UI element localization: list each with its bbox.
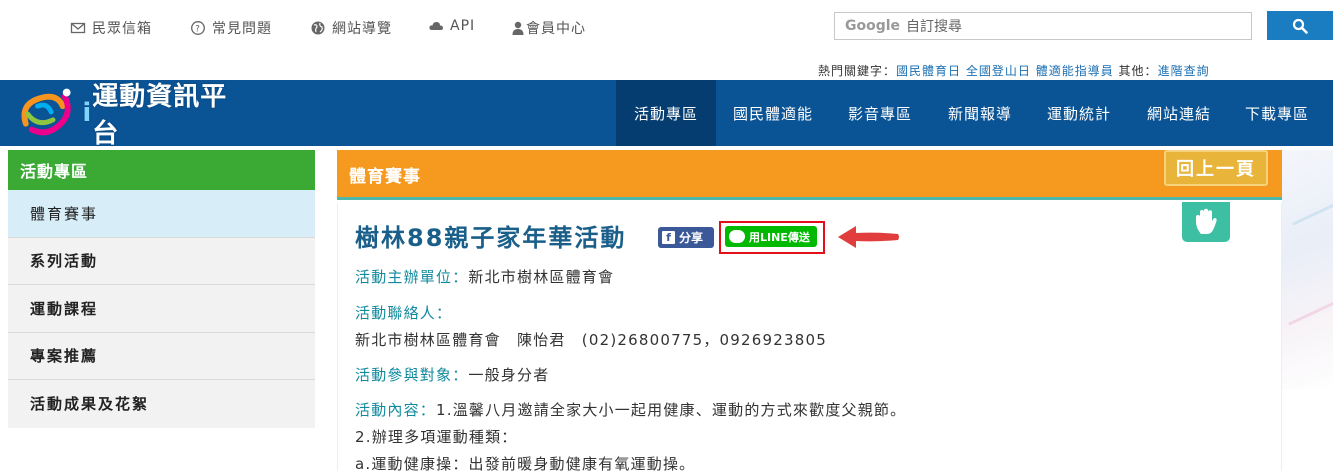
accessibility-hand-icon[interactable] <box>1182 202 1230 242</box>
other-label: 其他： <box>1118 64 1158 78</box>
facebook-share-label: 分享 <box>679 231 704 245</box>
sidebar-item-courses[interactable]: 運動課程 <box>8 285 315 333</box>
nav-item-media[interactable]: 影音專區 <box>836 80 924 146</box>
search-input[interactable]: Google 自訂搜尋 <box>834 12 1252 40</box>
organizer-value: 新北市樹林區體育會 <box>468 268 615 286</box>
facebook-share-button[interactable]: f 分享 <box>658 227 714 248</box>
site-logo[interactable]: i 運動資訊平台 <box>18 82 250 149</box>
contact-row: 活動聯絡人： <box>355 302 452 323</box>
description-line-2: 2.辦理多項運動種類： <box>355 428 518 446</box>
cloud-icon <box>429 22 443 30</box>
faq-link[interactable]: ? 常見問題 <box>190 18 272 38</box>
content-header: 體育賽事 回上一頁 <box>337 150 1282 200</box>
line-share-label: 用LINE傳送 <box>749 230 810 244</box>
logo-prefix: i <box>82 98 93 128</box>
organizer-label: 活動主辦單位： <box>355 268 469 286</box>
nav-item-activities[interactable]: 活動專區 <box>616 80 716 146</box>
mailbox-label: 民眾信箱 <box>92 21 152 37</box>
api-label: API <box>450 18 476 34</box>
member-link[interactable]: 會員中心 <box>512 18 586 38</box>
svg-text:?: ? <box>195 25 201 35</box>
nav-item-links[interactable]: 網站連結 <box>1135 80 1223 146</box>
sidebar-menu: 體育賽事 系列活動 運動課程 專案推薦 活動成果及花絮 <box>8 190 315 428</box>
description-row: 活動內容：1.溫馨八月邀請全家大小一起用健康、運動的方式來歡度父親節。 <box>355 399 906 420</box>
search-placeholder: 自訂搜尋 <box>906 19 963 35</box>
audience-row: 活動參與對象：一般身分者 <box>355 364 549 385</box>
hot-keywords-label: 熱門關鍵字： <box>818 64 897 78</box>
nav-item-downloads[interactable]: 下載專區 <box>1233 80 1321 146</box>
nav-item-statistics[interactable]: 運動統計 <box>1035 80 1123 146</box>
description-line-1: 1.溫馨八月邀請全家大小一起用健康、運動的方式來歡度父親節。 <box>436 401 907 419</box>
nav-item-news[interactable]: 新聞報導 <box>936 80 1024 146</box>
search-icon <box>1292 18 1308 34</box>
contact-label: 活動聯絡人： <box>355 304 453 322</box>
audience-label: 活動參與對象： <box>355 366 469 384</box>
back-button[interactable]: 回上一頁 <box>1164 150 1268 186</box>
member-label: 會員中心 <box>526 21 586 37</box>
keyword-link-1[interactable]: 國民體育日 <box>896 64 961 78</box>
audience-value: 一般身分者 <box>468 366 550 384</box>
section-title: 體育賽事 <box>349 167 421 187</box>
globe-icon <box>311 21 325 35</box>
search-button[interactable] <box>1267 11 1333 40</box>
question-circle-icon: ? <box>191 21 205 35</box>
advanced-search-link[interactable]: 進階查詢 <box>1158 64 1210 78</box>
keyword-link-2[interactable]: 全國登山日 <box>966 64 1031 78</box>
facebook-icon: f <box>662 231 675 244</box>
organizer-row: 活動主辦單位：新北市樹林區體育會 <box>355 266 614 287</box>
nav-item-fitness[interactable]: 國民體適能 <box>722 80 824 146</box>
user-icon <box>512 21 524 35</box>
description-line-3: a.運動健康操：出發前暖身動健康有氧運動操。 <box>355 455 696 471</box>
red-arrow-icon <box>838 226 899 248</box>
page-title: 樹林88親子家年華活動 <box>355 224 627 252</box>
line-icon <box>729 230 745 243</box>
mailbox-link[interactable]: 民眾信箱 <box>70 18 152 38</box>
sidebar-item-sports-events[interactable]: 體育賽事 <box>8 190 315 238</box>
mail-icon <box>70 22 86 34</box>
sidebar-item-recommend[interactable]: 專案推薦 <box>8 333 315 380</box>
faq-label: 常見問題 <box>212 21 272 37</box>
keyword-link-3[interactable]: 體適能指導員 <box>1036 64 1114 78</box>
api-link[interactable]: API <box>428 18 475 34</box>
background-decoration <box>1282 150 1333 390</box>
logo-emblem-icon <box>21 88 71 136</box>
contact-value: 新北市樹林區體育會 陳怡君 (02)26800775，0926923805 <box>355 331 827 349</box>
hand-glyph-icon <box>1196 208 1217 234</box>
sidebar-item-results[interactable]: 活動成果及花絮 <box>8 380 315 428</box>
description-label: 活動內容： <box>355 401 437 419</box>
hot-keywords: 熱門關鍵字：國民體育日 全國登山日 體適能指導員 其他：進階查詢 <box>818 62 1210 79</box>
logo-text: 運動資訊平台 <box>92 82 228 149</box>
line-share-button[interactable]: 用LINE傳送 <box>725 226 817 247</box>
sidebar-title: 活動專區 <box>8 150 315 190</box>
sidebar-item-series[interactable]: 系列活動 <box>8 238 315 285</box>
google-brand-label: Google <box>845 18 901 34</box>
sitemap-link[interactable]: 網站導覽 <box>310 18 392 38</box>
sitemap-label: 網站導覽 <box>332 21 392 37</box>
